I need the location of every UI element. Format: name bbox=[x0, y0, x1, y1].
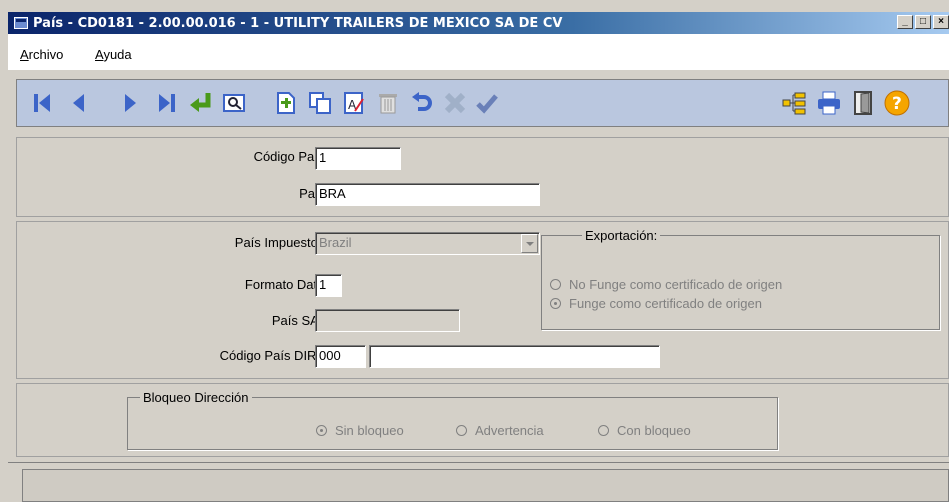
exportacion-group: Exportación: No Funge como certificado d… bbox=[541, 228, 940, 330]
funge-radio[interactable]: Funge como certificado de origen bbox=[550, 296, 762, 311]
bloqueo-group: Bloqueo Dirección Sin bloqueo Advertenci… bbox=[127, 390, 778, 450]
con-bloqueo-label: Con bloqueo bbox=[617, 423, 691, 438]
advertencia-radio[interactable]: Advertencia bbox=[456, 423, 544, 438]
window-title: País - CD0181 - 2.00.00.016 - 1 - UTILIT… bbox=[33, 15, 563, 31]
menu-bar: Archivo Ayuda bbox=[8, 34, 949, 70]
pais-sat-field[interactable] bbox=[315, 309, 460, 332]
codigo-pais-field[interactable]: 1 bbox=[315, 147, 401, 170]
advertencia-label: Advertencia bbox=[475, 423, 544, 438]
menu-ayuda[interactable]: Ayuda bbox=[95, 47, 132, 62]
pais-impuestos-select[interactable]: Brazil bbox=[315, 232, 540, 255]
pais-field[interactable]: BRA bbox=[315, 183, 540, 206]
app-icon bbox=[14, 17, 28, 29]
window-controls: _ □ × bbox=[897, 15, 949, 29]
bloqueo-legend: Bloqueo Dirección bbox=[143, 390, 249, 405]
formato-data-field[interactable]: 1 bbox=[315, 274, 342, 297]
details-panel: País Impuestos: Brazil Formato Data: 1 P… bbox=[16, 221, 949, 379]
radio-selected-icon bbox=[316, 425, 327, 436]
help-icon[interactable]: ? bbox=[882, 88, 912, 118]
exit-icon[interactable] bbox=[848, 88, 878, 118]
return-icon[interactable] bbox=[185, 88, 215, 118]
codigo-pais-dirf-label: Código País DIRF: bbox=[219, 348, 328, 363]
no-funge-label: No Funge como certificado de origen bbox=[569, 277, 783, 292]
codigo-pais-dirf-description[interactable] bbox=[369, 345, 660, 368]
radio-icon bbox=[598, 425, 609, 436]
menu-archivo-label: rchivo bbox=[28, 47, 64, 62]
close-button[interactable]: × bbox=[933, 15, 949, 29]
maximize-button[interactable]: □ bbox=[915, 15, 931, 29]
toolbar: A ? bbox=[16, 79, 949, 127]
undo-icon[interactable] bbox=[407, 88, 437, 118]
con-bloqueo-radio[interactable]: Con bloqueo bbox=[598, 423, 691, 438]
codigo-pais-dirf-field[interactable]: 000 bbox=[315, 345, 366, 368]
pais-impuestos-value: Brazil bbox=[319, 235, 352, 250]
status-panel bbox=[22, 469, 949, 502]
menu-archivo-mnemonic: A bbox=[20, 47, 29, 62]
status-bar bbox=[8, 462, 949, 502]
previous-record-icon[interactable] bbox=[63, 88, 93, 118]
minimize-button[interactable]: _ bbox=[897, 15, 913, 29]
new-record-icon[interactable] bbox=[271, 88, 301, 118]
edit-icon[interactable]: A bbox=[339, 88, 369, 118]
country-panel: Código País: 1 Pais: BRA bbox=[16, 137, 949, 217]
last-record-icon[interactable] bbox=[152, 88, 182, 118]
no-funge-radio[interactable]: No Funge como certificado de origen bbox=[550, 277, 782, 292]
copy-icon[interactable] bbox=[305, 88, 335, 118]
title-bar: País - CD0181 - 2.00.00.016 - 1 - UTILIT… bbox=[8, 12, 949, 34]
radio-icon bbox=[456, 425, 467, 436]
menu-ayuda-label: yuda bbox=[103, 47, 132, 62]
delete-icon[interactable] bbox=[373, 88, 403, 118]
search-icon[interactable] bbox=[219, 88, 249, 118]
next-record-icon[interactable] bbox=[116, 88, 146, 118]
menu-archivo[interactable]: Archivo bbox=[20, 47, 63, 62]
print-icon[interactable] bbox=[814, 88, 844, 118]
cancel-icon[interactable] bbox=[440, 88, 470, 118]
sin-bloqueo-label: Sin bloqueo bbox=[335, 423, 404, 438]
tree-icon[interactable] bbox=[779, 88, 809, 118]
svg-text:?: ? bbox=[892, 94, 902, 114]
confirm-icon[interactable] bbox=[472, 88, 502, 118]
radio-icon bbox=[550, 279, 561, 290]
first-record-icon[interactable] bbox=[27, 88, 57, 118]
radio-selected-icon bbox=[550, 298, 561, 309]
funge-label: Funge como certificado de origen bbox=[569, 296, 762, 311]
sin-bloqueo-radio[interactable]: Sin bloqueo bbox=[316, 423, 404, 438]
exportacion-legend: Exportación: bbox=[585, 228, 658, 243]
bloqueo-panel: Bloqueo Dirección Sin bloqueo Advertenci… bbox=[16, 383, 949, 457]
chevron-down-icon[interactable] bbox=[521, 234, 538, 253]
